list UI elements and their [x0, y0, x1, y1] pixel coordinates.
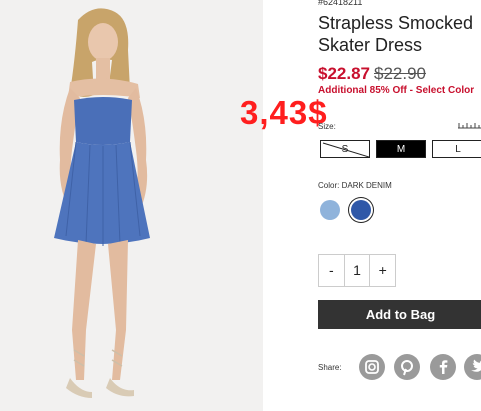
original-price: $22.90: [374, 64, 426, 83]
product-sku: #62418211: [318, 0, 363, 7]
unavailable-strike-icon: [322, 142, 369, 157]
product-image: [0, 0, 263, 411]
swatch-dark-denim[interactable]: [351, 200, 371, 220]
overlay-price-text: 3,43$: [240, 94, 328, 131]
quantity-increase-button[interactable]: +: [370, 255, 395, 286]
color-label-prefix: Color:: [318, 181, 340, 190]
quantity-input[interactable]: 1: [343, 255, 371, 286]
add-to-bag-button[interactable]: Add to Bag: [318, 300, 481, 329]
swatch-light-denim[interactable]: [320, 200, 340, 220]
quantity-decrease-button[interactable]: -: [319, 255, 344, 286]
size-option-m[interactable]: M: [376, 140, 426, 158]
share-label: Share:: [318, 363, 342, 372]
size-option-label: L: [455, 144, 461, 155]
size-option-l[interactable]: L: [432, 140, 481, 158]
instagram-icon[interactable]: [359, 354, 385, 380]
ruler-icon[interactable]: [458, 121, 481, 129]
pinterest-icon[interactable]: [394, 354, 420, 380]
selected-color-name: DARK DENIM: [341, 181, 392, 190]
quantity-stepper: - 1 +: [318, 254, 396, 287]
twitter-icon[interactable]: [464, 354, 481, 380]
size-option-s[interactable]: S: [320, 140, 370, 158]
current-price: $22.87: [318, 64, 370, 83]
price-block: $22.87 $22.90: [318, 64, 426, 84]
size-label: Size:: [318, 122, 336, 131]
product-title: Strapless Smocked Skater Dress: [318, 13, 474, 55]
facebook-icon[interactable]: [430, 354, 456, 380]
promo-text: Additional 85% Off - Select Color: [318, 85, 475, 96]
size-option-label: M: [396, 144, 406, 155]
color-label: Color: DARK DENIM: [318, 181, 392, 190]
